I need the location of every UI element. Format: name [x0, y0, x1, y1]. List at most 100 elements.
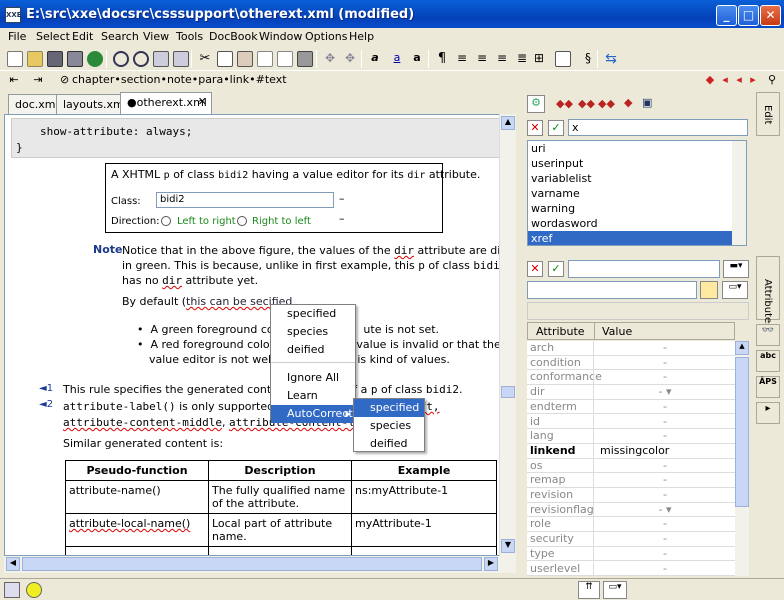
binoculars-icon[interactable]: 👓	[756, 324, 780, 346]
scroll-thumb[interactable]	[501, 386, 515, 398]
horizontal-scroll-thumb[interactable]	[22, 557, 482, 571]
previous-node-icon[interactable]: ◆	[702, 73, 718, 89]
link-icon[interactable]: a	[389, 51, 405, 67]
copy-icon[interactable]	[217, 51, 233, 67]
attribute-row[interactable]: revisionflag - ▾	[527, 502, 735, 518]
maximize-button[interactable]: □	[738, 5, 759, 26]
element-icon[interactable]: ⚙	[527, 95, 545, 113]
scroll-right-icon[interactable]: ▶	[484, 557, 498, 571]
attribute-row[interactable]: condition -	[527, 355, 735, 371]
paste-after-icon[interactable]	[277, 51, 293, 67]
list-item[interactable]: userinput	[528, 156, 746, 171]
paste-icon[interactable]	[237, 51, 253, 67]
insert-before-icon[interactable]: ✥	[322, 51, 338, 67]
radio-left-to-right[interactable]	[161, 216, 171, 226]
scroll-up-icon[interactable]: ▲	[735, 341, 749, 355]
close-button[interactable]: ✕	[760, 5, 781, 26]
tab-otherext-xml[interactable]: ●otherext.xml ✕	[120, 92, 212, 114]
app-icon[interactable]: XXE	[5, 7, 22, 23]
variable-list-icon[interactable]: ≡	[494, 51, 510, 67]
bullet-list-icon[interactable]: ≡	[454, 51, 470, 67]
spell-check-icon[interactable]: abc	[756, 350, 780, 372]
scroll-up-icon[interactable]: ▲	[501, 116, 515, 130]
attribute-row[interactable]: endterm -	[527, 399, 735, 415]
scroll-left-icon[interactable]: ◀	[6, 557, 20, 571]
list-item[interactable]: xref	[528, 231, 746, 245]
menu-search[interactable]: Search	[101, 30, 139, 43]
scroll-thumb[interactable]	[735, 357, 749, 507]
search-icon[interactable]: ⚲	[764, 73, 780, 89]
list-item[interactable]: uri	[528, 141, 746, 156]
undo-icon[interactable]	[113, 51, 129, 67]
scroll-down-icon[interactable]: ▼	[501, 539, 515, 553]
document-vertical-scrollbar[interactable]: ▲ ▼	[499, 114, 516, 556]
paste-before-icon[interactable]	[257, 51, 273, 67]
wrap-tool-icon[interactable]: ▣	[642, 96, 652, 109]
attribute-type-dropdown[interactable]: ▬▾	[723, 260, 749, 278]
attribute-row[interactable]: id -	[527, 414, 735, 430]
validity-icon[interactable]: ▸	[756, 402, 780, 424]
menu-item-species[interactable]: species	[271, 323, 355, 341]
replace-text-icon[interactable]: ÂPS	[756, 376, 780, 398]
element-filter-input[interactable]: x	[568, 119, 748, 136]
attribute-row[interactable]: security -	[527, 532, 735, 547]
validate-icon[interactable]	[87, 51, 103, 67]
ordered-list-icon[interactable]: ≡	[474, 51, 490, 67]
select-parent-icon[interactable]: ⇤	[6, 73, 22, 89]
menu-docbook[interactable]: DocBook	[209, 30, 258, 43]
attribute-row[interactable]: linkend missingcolor	[527, 443, 735, 459]
insert-after-tool-icon[interactable]: ◆◆	[598, 97, 615, 110]
insert-into-tool-icon[interactable]: ◆◆	[578, 97, 595, 110]
menu-item-autocorrect[interactable]: AutoCorrect ▸	[271, 405, 355, 423]
submenu-item-specified[interactable]: specified	[354, 399, 424, 417]
menu-edit[interactable]: Edit	[72, 30, 93, 43]
validation-status-icon[interactable]	[26, 582, 42, 598]
callout-2[interactable]: ◄2	[39, 399, 53, 410]
attribute-row[interactable]: userlevel -	[527, 561, 735, 576]
command-history-icon[interactable]	[173, 51, 189, 67]
layout-dropdown-icon[interactable]: ▭▾	[603, 581, 627, 599]
menu-item-specified[interactable]: specified	[271, 305, 355, 323]
attribute-name-input[interactable]	[568, 260, 720, 278]
insert-after-icon[interactable]: ✥	[342, 51, 358, 67]
save-icon[interactable]	[47, 51, 63, 67]
attribute-row[interactable]: dir - ▾	[527, 385, 735, 400]
delete-icon[interactable]	[297, 51, 313, 67]
attribute-row[interactable]: role -	[527, 517, 735, 533]
menu-item-deified[interactable]: deified	[271, 341, 355, 359]
redo-icon[interactable]	[133, 51, 149, 67]
menu-item-learn[interactable]: Learn	[271, 387, 355, 405]
attribute-row[interactable]: arch -	[527, 341, 735, 356]
attribute-value-input[interactable]	[527, 281, 697, 299]
document-horizontal-scrollbar[interactable]: ◀ ▶	[4, 556, 516, 573]
side-tab-edit[interactable]: Edit	[756, 92, 780, 136]
glossary-list-icon[interactable]: ≣	[514, 51, 530, 67]
list-item[interactable]: wordasword	[528, 216, 746, 231]
attribute-row[interactable]: remap -	[527, 473, 735, 488]
document-view[interactable]: show-attribute: always; } A XHTML p of c…	[4, 114, 516, 556]
attribute-row[interactable]: lang -	[527, 429, 735, 444]
list-scrollbar[interactable]	[732, 141, 746, 245]
replace-tool-icon[interactable]: ◆	[624, 96, 632, 109]
attribute-row[interactable]: conformance -	[527, 370, 735, 386]
open-file-icon[interactable]	[27, 51, 43, 67]
cancel-filter-icon[interactable]: ✕	[527, 120, 543, 136]
new-file-icon[interactable]	[7, 51, 23, 67]
next-node-icon[interactable]: ▸	[745, 73, 761, 89]
close-tab-icon[interactable]: ✕	[198, 95, 207, 108]
radio-right-to-left[interactable]	[237, 216, 247, 226]
breadcrumb[interactable]: ⊘ chapter•section•note•para•link•#text	[58, 73, 698, 89]
save-all-icon[interactable]	[67, 51, 83, 67]
section-icon[interactable]: §	[580, 51, 596, 67]
list-item[interactable]: variablelist	[528, 171, 746, 186]
list-item[interactable]: warning	[528, 201, 746, 216]
attributes-scrollbar[interactable]: ▲	[735, 341, 749, 576]
side-tab-attributes[interactable]: Attributes	[756, 256, 780, 328]
attribute-row[interactable]: os -	[527, 458, 735, 474]
table-icon[interactable]: ⊞	[531, 51, 547, 67]
attribute-row[interactable]: type -	[527, 546, 735, 562]
menu-view[interactable]: View	[143, 30, 169, 43]
apply-filter-icon[interactable]: ✓	[548, 120, 564, 136]
cut-icon[interactable]: ✂	[197, 51, 213, 67]
menu-item-ignore-all[interactable]: Ignore All	[271, 369, 355, 387]
